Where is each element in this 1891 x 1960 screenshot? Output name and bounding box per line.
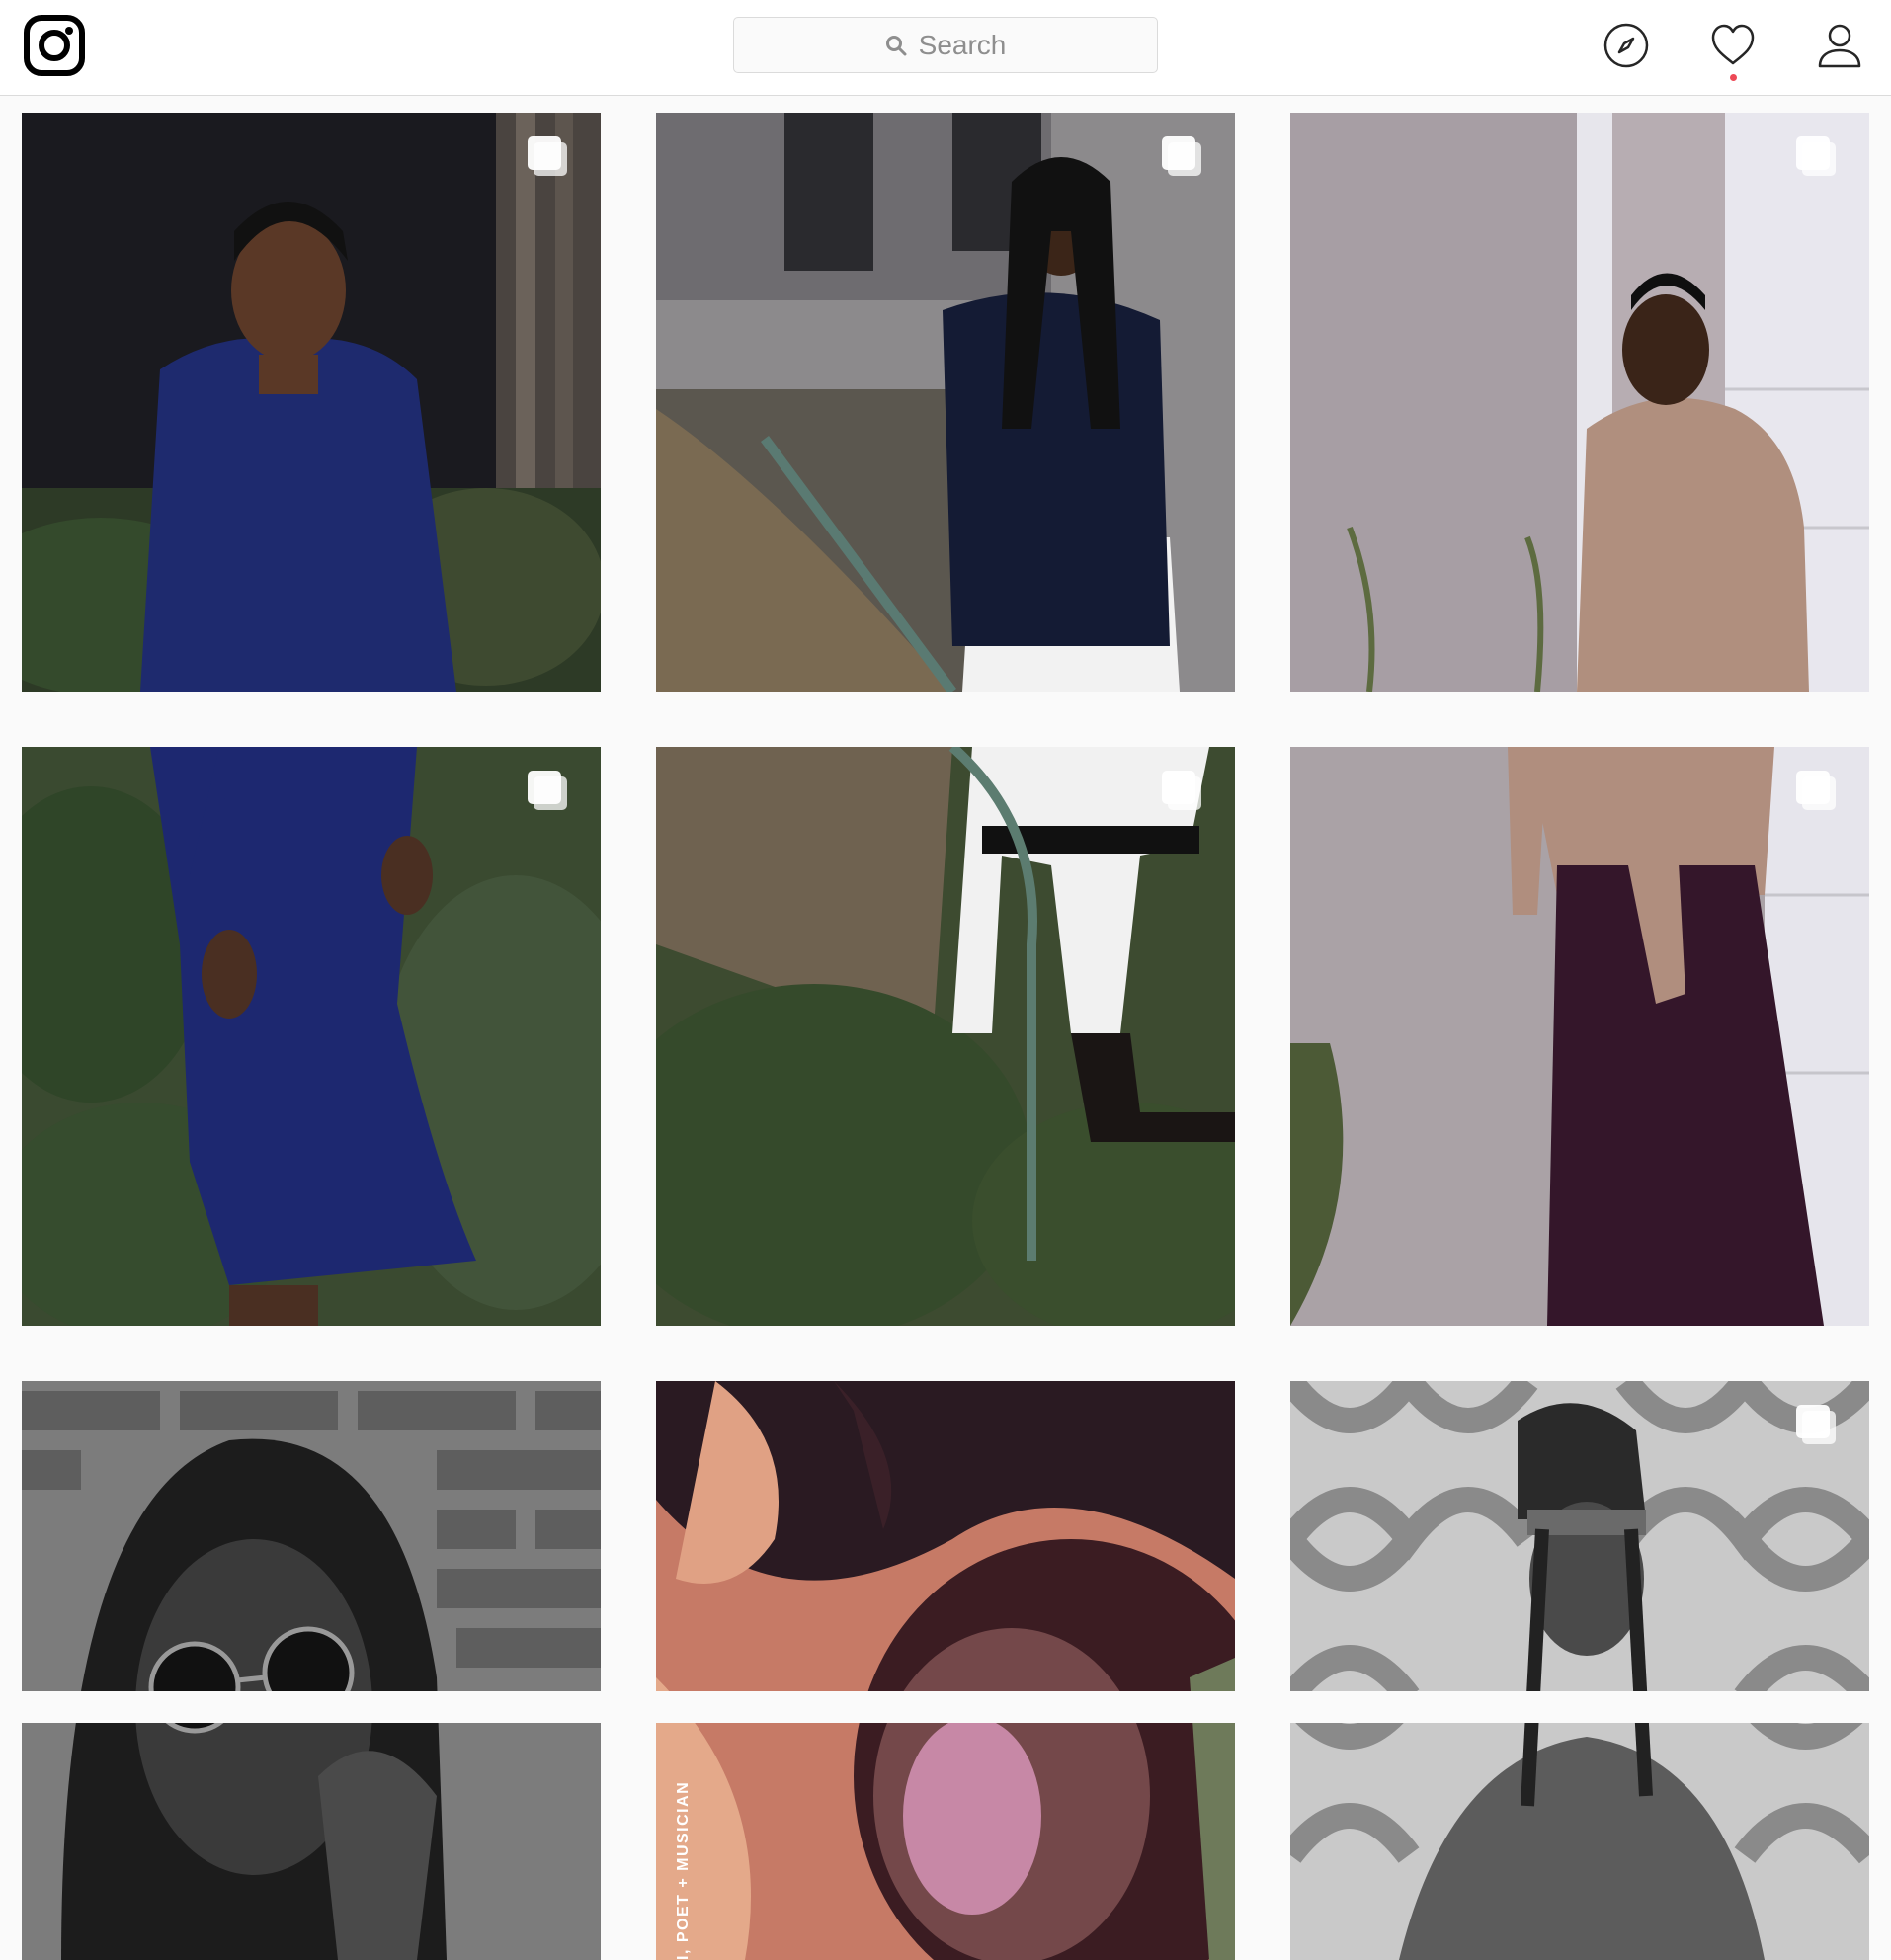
post-image xyxy=(1290,747,1869,1326)
post-tile[interactable] xyxy=(22,1381,601,1960)
search-icon xyxy=(885,35,907,55)
post-image xyxy=(1290,1381,1869,1960)
top-navigation-bar: Search xyxy=(0,0,1891,96)
multiple-posts-icon xyxy=(1796,771,1836,810)
multiple-posts-icon xyxy=(1796,136,1836,176)
posts-grid: I, POET + MUSICIAN xyxy=(22,113,1869,1960)
multiple-posts-icon xyxy=(1162,136,1201,176)
post-tile[interactable]: I, POET + MUSICIAN xyxy=(656,1381,1235,1960)
post-image xyxy=(22,113,601,692)
page-bottom-edge xyxy=(0,1691,1891,1723)
compass-icon[interactable] xyxy=(1603,22,1650,69)
post-tile[interactable] xyxy=(1290,113,1869,692)
post-image xyxy=(22,747,601,1326)
user-icon[interactable] xyxy=(1816,22,1863,69)
search-placeholder: Search xyxy=(918,29,1007,60)
post-tile[interactable] xyxy=(656,113,1235,692)
post-tile[interactable] xyxy=(656,747,1235,1326)
post-image xyxy=(22,1381,601,1960)
multiple-posts-icon xyxy=(1796,1405,1836,1444)
post-image xyxy=(1290,113,1869,692)
instagram-logo-icon[interactable] xyxy=(24,15,85,76)
post-image xyxy=(656,747,1235,1326)
post-tile[interactable] xyxy=(22,747,601,1326)
post-image: I, POET + MUSICIAN xyxy=(656,1381,1235,1960)
post-tile[interactable] xyxy=(22,113,601,692)
notification-dot xyxy=(1730,74,1737,81)
post-image xyxy=(656,113,1235,692)
multiple-posts-icon xyxy=(528,771,567,810)
multiple-posts-icon xyxy=(1162,771,1201,810)
search-input[interactable]: Search xyxy=(733,17,1158,73)
post-tile[interactable] xyxy=(1290,747,1869,1326)
heart-icon[interactable] xyxy=(1709,22,1757,69)
post-caption-vertical: I, POET + MUSICIAN xyxy=(675,1781,692,1960)
multiple-posts-icon xyxy=(528,136,567,176)
post-tile[interactable] xyxy=(1290,1381,1869,1960)
